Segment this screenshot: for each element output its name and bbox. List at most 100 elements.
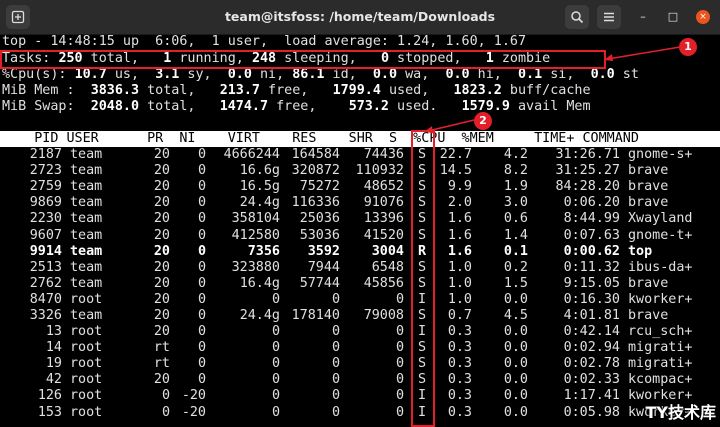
- cell-pid: 2513: [29, 259, 62, 275]
- cell-cmd: gnome-s+: [628, 147, 693, 163]
- cell-mem: 0.0: [503, 291, 528, 307]
- cell-shr: 41520: [363, 227, 404, 243]
- cell-res: 0: [331, 291, 340, 307]
- cell-user: root: [70, 388, 103, 404]
- cell-time: 0:16.30: [563, 291, 620, 307]
- cell-mem: 0.0: [503, 404, 528, 420]
- cell-mem: 1.9: [503, 179, 528, 195]
- cell-time: 0:42.14: [563, 324, 620, 340]
- cell-time: 0:05.98: [563, 404, 620, 420]
- cell-shr: 0: [395, 404, 404, 420]
- cell-pr: 20: [153, 324, 170, 340]
- process-row: 2759 team 20 0 16.5g 75272 48652 S 9.9 1.9 84:28.2…: [2, 179, 700, 195]
- minimize-button[interactable]: –: [636, 10, 650, 24]
- cell-time: 4:01.81: [563, 307, 620, 323]
- cell-mem: 0.0: [503, 356, 528, 372]
- cell-res: 0: [331, 340, 340, 356]
- cell-ni: 0: [197, 259, 206, 275]
- cell-mem: 0.0: [503, 340, 528, 356]
- cell-pid: 19: [45, 356, 62, 372]
- cell-pid: 153: [37, 404, 62, 420]
- cell-cmd: kcompac+: [628, 372, 693, 388]
- cell-ni: 0: [197, 324, 206, 340]
- cell-ni: -20: [181, 404, 206, 420]
- cell-res: 57744: [299, 275, 340, 291]
- cell-mem: 0.1: [503, 243, 528, 259]
- cell-pid: 2723: [29, 163, 62, 179]
- cell-time: 0:11.32: [563, 259, 620, 275]
- cell-time: 0:02.78: [563, 356, 620, 372]
- cell-shr: 13396: [363, 211, 404, 227]
- cell-virt: 0: [271, 388, 280, 404]
- cell-ni: 0: [197, 211, 206, 227]
- cell-cmd: top: [628, 243, 653, 259]
- cell-shr: 6548: [371, 259, 404, 275]
- search-button[interactable]: [565, 5, 589, 29]
- menu-button[interactable]: [597, 5, 621, 29]
- cell-mem: 3.0: [503, 195, 528, 211]
- cell-shr: 79008: [363, 307, 404, 323]
- cell-pr: 0: [161, 388, 170, 404]
- cell-res: 25036: [299, 211, 340, 227]
- cell-pr: rt: [153, 340, 170, 356]
- close-button[interactable]: ×: [696, 10, 710, 24]
- cell-mem: 1.4: [503, 227, 528, 243]
- cell-time: 0:02.94: [563, 340, 620, 356]
- maximize-button[interactable]: □: [666, 10, 680, 24]
- hamburger-menu-icon: [604, 12, 614, 22]
- cell-shr: 110932: [355, 163, 404, 179]
- process-row: 2187 team 20 0 4666244 164584 74436 S 22.7 4.2 31:…: [2, 147, 700, 163]
- column-header: PID USER PR NI VIRT RES SHR S %CPU %MEM …: [2, 131, 639, 146]
- cell-pr: 20: [153, 307, 170, 323]
- cell-ni: 0: [197, 227, 206, 243]
- cell-cmd: ibus-da+: [628, 259, 693, 275]
- cell-virt: 24.4g: [239, 195, 280, 211]
- cell-pid: 9869: [29, 195, 62, 211]
- cell-cmd: migrati+: [628, 356, 693, 372]
- cell-user: team: [70, 147, 103, 163]
- cell-ni: -20: [181, 388, 206, 404]
- cell-mem: 1.5: [503, 275, 528, 291]
- cell-user: root: [70, 324, 103, 340]
- cell-mem: 4.2: [503, 147, 528, 163]
- cell-time: 0:00.62: [563, 243, 620, 259]
- cell-shr: 91076: [363, 195, 404, 211]
- process-row: 2513 team 20 0 323880 7944 6548 S 1.0 0.2 0:11.32 i…: [2, 260, 700, 276]
- cell-virt: 4666244: [223, 147, 280, 163]
- cell-pr: 20: [153, 291, 170, 307]
- cell-ni: 0: [197, 291, 206, 307]
- cell-cmd: kworker+: [628, 291, 693, 307]
- process-row: 13 root 20 0 0 0 0 I 0.3 0.0 0:42.14 rcu_sch+: [2, 324, 700, 340]
- cell-cmd: brave: [628, 163, 669, 179]
- cell-pr: 20: [153, 195, 170, 211]
- cell-pid: 14: [45, 340, 62, 356]
- cell-mem: 4.5: [503, 307, 528, 323]
- cell-res: 3592: [307, 243, 340, 259]
- cell-user: root: [70, 340, 103, 356]
- window-titlebar: team@itsfoss: /home/team/Downloads – □ ×: [0, 0, 720, 35]
- cell-res: 0: [331, 324, 340, 340]
- cell-res: 7944: [307, 259, 340, 275]
- cell-user: team: [70, 275, 103, 291]
- process-row: 153 root 0 -20 0 0 0 I 0.3 0.0 0:05.98 kworker+: [2, 405, 700, 421]
- cell-user: team: [70, 179, 103, 195]
- cell-virt: 0: [271, 291, 280, 307]
- cell-cmd: gnome-t+: [628, 227, 693, 243]
- cell-pr: 20: [153, 211, 170, 227]
- cell-mem: 0.6: [503, 211, 528, 227]
- cell-pid: 9914: [29, 243, 62, 259]
- cell-user: root: [70, 372, 103, 388]
- terminal-area[interactable]: top - 14:48:15 up 6:06, 1 user, load ave…: [0, 34, 720, 427]
- cell-cmd: brave: [628, 179, 669, 195]
- process-row: 9914 team 20 0 7356 3592 3004 R 1.6 0.1 0:00.62 top: [2, 244, 700, 260]
- cell-virt: 16.4g: [239, 275, 280, 291]
- cell-virt: 16.6g: [239, 163, 280, 179]
- cell-time: 0:07.63: [563, 227, 620, 243]
- cell-res: 75272: [299, 179, 340, 195]
- cell-res: 178140: [291, 307, 340, 323]
- cell-res: 0: [331, 372, 340, 388]
- cell-cmd: brave: [628, 195, 669, 211]
- cell-pr: 20: [153, 372, 170, 388]
- process-row: 3326 team 20 0 24.4g 178140 79008 S 0.7 4.5 4:01.8…: [2, 308, 700, 324]
- cell-pr: 20: [153, 227, 170, 243]
